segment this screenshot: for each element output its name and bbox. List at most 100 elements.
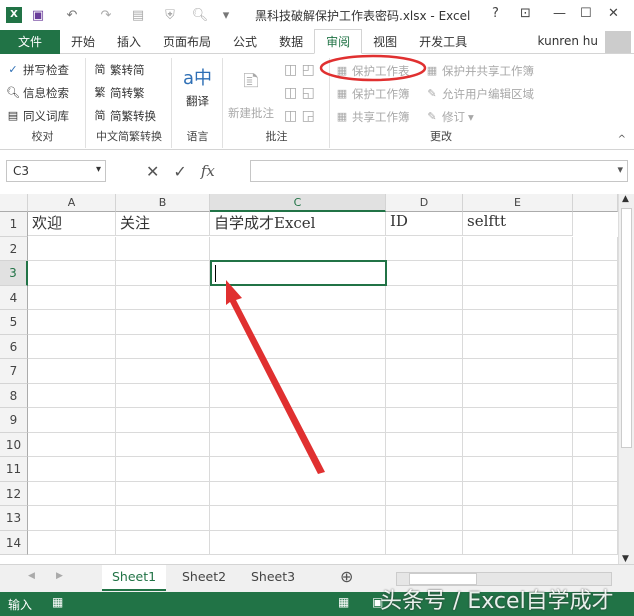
- normal-view-icon[interactable]: ▦: [338, 595, 349, 609]
- name-box[interactable]: C3 ▾: [6, 160, 106, 182]
- cell[interactable]: [463, 408, 573, 433]
- cell[interactable]: [386, 310, 463, 335]
- avatar[interactable]: [605, 31, 631, 53]
- tab-home[interactable]: 开始: [60, 30, 106, 54]
- cell[interactable]: [28, 457, 116, 482]
- expand-formula-icon[interactable]: ▾: [617, 163, 623, 176]
- new-comment-button[interactable]: 🗈 新建批注: [228, 64, 274, 121]
- cell[interactable]: [210, 530, 386, 555]
- user-name[interactable]: kunren hu: [538, 34, 598, 48]
- cell[interactable]: [210, 285, 386, 310]
- cell[interactable]: [463, 432, 573, 457]
- cell[interactable]: [28, 261, 116, 286]
- cell-d1[interactable]: ID: [386, 212, 463, 236]
- prev-sheet-icon[interactable]: ◀: [28, 571, 35, 581]
- cell[interactable]: [386, 285, 463, 310]
- row-header-14[interactable]: 14: [0, 530, 28, 555]
- cell[interactable]: [28, 481, 116, 506]
- cell[interactable]: [28, 383, 116, 408]
- maximize-button[interactable]: ☐: [580, 6, 592, 21]
- column-header-a[interactable]: A: [28, 194, 116, 212]
- cell[interactable]: [116, 261, 210, 286]
- translate-button[interactable]: a中 翻译: [183, 64, 212, 109]
- cell[interactable]: [28, 334, 116, 359]
- cell[interactable]: [463, 261, 573, 286]
- tab-developer[interactable]: 开发工具: [408, 30, 478, 54]
- undo-icon[interactable]: ↶: [62, 8, 82, 23]
- cell[interactable]: [573, 506, 618, 531]
- row-header-1[interactable]: 1: [0, 212, 28, 237]
- preview-icon[interactable]: 🔍︎: [190, 8, 210, 23]
- cell[interactable]: [210, 310, 386, 335]
- trad-to-simp-button[interactable]: 简繁转简: [93, 62, 145, 78]
- column-header-c[interactable]: C: [210, 194, 386, 212]
- cell[interactable]: [463, 285, 573, 310]
- cell-c1[interactable]: 自学成才Excel: [210, 212, 386, 236]
- cell[interactable]: [210, 432, 386, 457]
- cell[interactable]: [210, 359, 386, 384]
- row-header-3[interactable]: 3: [0, 261, 28, 286]
- column-header-f[interactable]: [573, 194, 618, 212]
- cell[interactable]: [386, 236, 463, 261]
- cell[interactable]: [463, 310, 573, 335]
- cell[interactable]: [386, 383, 463, 408]
- insert-function-button[interactable]: fx: [201, 162, 215, 180]
- track-changes-button[interactable]: ✎ 修订 ▾: [425, 109, 473, 125]
- protect-workbook-button[interactable]: ▦ 保护工作簿: [335, 86, 410, 102]
- redo-icon[interactable]: ↷: [96, 8, 116, 23]
- cell[interactable]: [116, 359, 210, 384]
- macro-record-icon[interactable]: ▦: [52, 595, 63, 609]
- cell[interactable]: [573, 408, 618, 433]
- research-button[interactable]: 🔍︎ 信息检索: [6, 85, 69, 101]
- row-header-7[interactable]: 7: [0, 359, 28, 384]
- row-header-2[interactable]: 2: [0, 236, 28, 261]
- cell[interactable]: [573, 359, 618, 384]
- cell-b1[interactable]: 关注: [116, 212, 210, 236]
- chevron-down-icon[interactable]: ▾: [96, 164, 101, 175]
- cell[interactable]: [573, 236, 618, 261]
- worksheet-grid[interactable]: A B C D E 1 2 3 4 5 6 7 8 9 10 11 12 13 14 欢迎 关注 自学成才…: [0, 194, 618, 564]
- cell[interactable]: [210, 383, 386, 408]
- column-header-d[interactable]: D: [386, 194, 463, 212]
- cell[interactable]: [210, 457, 386, 482]
- help-button[interactable]: ?: [492, 6, 499, 21]
- vertical-scrollbar[interactable]: ▲ ▼: [618, 194, 634, 564]
- sheet-tab-sheet1[interactable]: Sheet1: [102, 565, 167, 591]
- cell[interactable]: [28, 432, 116, 457]
- cell[interactable]: [116, 506, 210, 531]
- cell[interactable]: [116, 408, 210, 433]
- row-header-8[interactable]: 8: [0, 383, 28, 408]
- tab-view[interactable]: 视图: [362, 30, 408, 54]
- cell[interactable]: [28, 506, 116, 531]
- cell[interactable]: [573, 383, 618, 408]
- row-header-10[interactable]: 10: [0, 432, 28, 457]
- protect-share-button[interactable]: ▦ 保护并共享工作簿: [425, 63, 534, 79]
- spell-check-button[interactable]: ✓ 拼写检查: [6, 62, 69, 78]
- cell[interactable]: [116, 457, 210, 482]
- cell[interactable]: [386, 506, 463, 531]
- cell[interactable]: [386, 408, 463, 433]
- cell[interactable]: [573, 310, 618, 335]
- cell-e1[interactable]: selftt: [463, 212, 573, 236]
- simp-to-trad-button[interactable]: 繁简转繁: [93, 85, 145, 101]
- customize-qat-icon[interactable]: ▾: [216, 8, 236, 23]
- enter-icon[interactable]: ✓: [173, 162, 186, 181]
- save-icon[interactable]: ▣: [28, 8, 48, 23]
- cell[interactable]: [463, 506, 573, 531]
- cell[interactable]: [386, 457, 463, 482]
- select-all-corner[interactable]: [0, 194, 28, 212]
- cell[interactable]: [386, 481, 463, 506]
- cell[interactable]: [573, 285, 618, 310]
- row-header-5[interactable]: 5: [0, 310, 28, 335]
- sheet-tab-sheet3[interactable]: Sheet3: [241, 565, 305, 591]
- cell[interactable]: [386, 530, 463, 555]
- column-header-e[interactable]: E: [463, 194, 573, 212]
- share-workbook-button[interactable]: ▦ 共享工作簿: [335, 109, 410, 125]
- row-header-4[interactable]: 4: [0, 285, 28, 310]
- allow-edit-ranges-button[interactable]: ✎ 允许用户编辑区域: [425, 86, 534, 102]
- cell[interactable]: [463, 457, 573, 482]
- cell[interactable]: [573, 261, 618, 286]
- cell[interactable]: [28, 530, 116, 555]
- tab-insert[interactable]: 插入: [106, 30, 152, 54]
- cell[interactable]: [28, 310, 116, 335]
